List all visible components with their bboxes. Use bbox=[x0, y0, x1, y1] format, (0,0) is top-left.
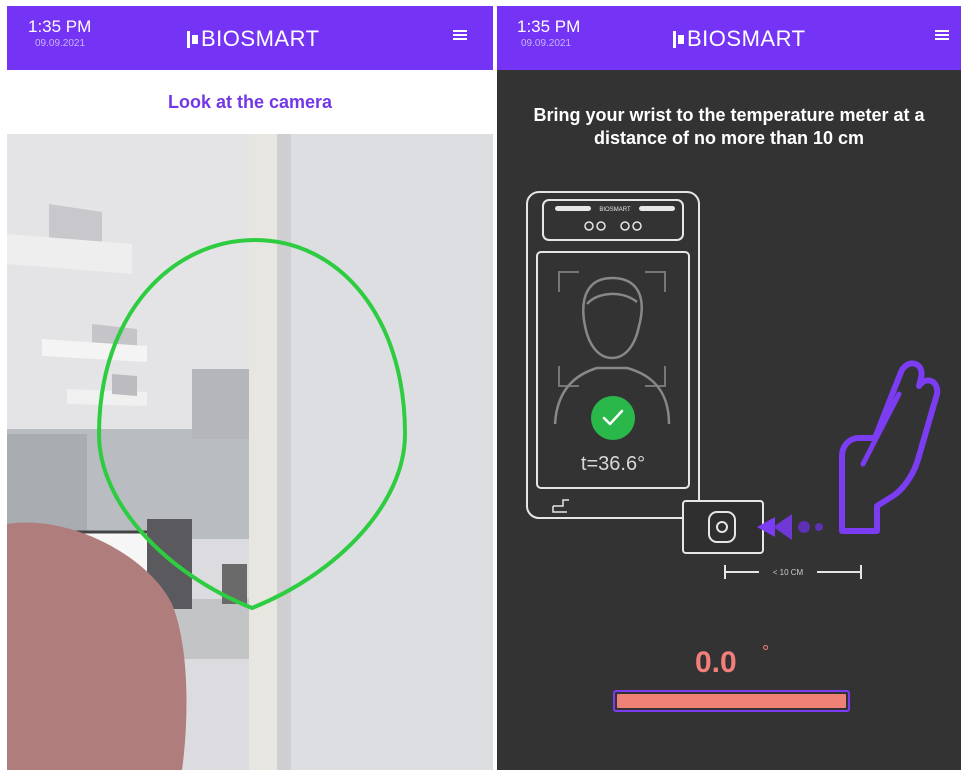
status-time: 1:35 PM bbox=[28, 17, 92, 36]
status-date: 09.09.2021 bbox=[35, 38, 86, 49]
device-temperature: t=36.6° bbox=[581, 453, 645, 475]
status-time: 1:35 PM bbox=[517, 17, 581, 36]
logo-mark-icon bbox=[187, 30, 199, 49]
logo-mark-icon bbox=[673, 30, 685, 49]
app-bar: 1:35 PM 09.09.2021 BIOSMART bbox=[7, 6, 493, 70]
device-logo: BIOSMART bbox=[599, 207, 631, 213]
checkmark-icon bbox=[591, 396, 635, 440]
menu-icon[interactable] bbox=[935, 28, 949, 42]
sensor-icon bbox=[682, 500, 764, 554]
temperature-value: 0.0 bbox=[695, 646, 737, 679]
status-date: 09.09.2021 bbox=[521, 38, 572, 49]
distance-label: < 10 CM bbox=[773, 568, 804, 577]
camera-scene bbox=[7, 134, 493, 770]
hand-icon bbox=[839, 360, 941, 534]
temperature-illustration: BIOSMART t=36.6° < 10 CM bbox=[526, 191, 941, 579]
brand-name: BIOSMART bbox=[201, 26, 320, 51]
menu-icon[interactable] bbox=[453, 28, 467, 42]
brand-logo: BIOSMART bbox=[187, 25, 320, 53]
camera-instruction: Look at the camera bbox=[167, 92, 333, 112]
face-scan-screen: 1:35 PM 09.09.2021 BIOSMART Look at the … bbox=[7, 6, 493, 770]
temperature-progress-bar bbox=[613, 690, 850, 712]
temperature-instruction: Bring your wrist to the temperature mete… bbox=[533, 105, 925, 148]
temperature-unit: ° bbox=[762, 642, 770, 662]
temperature-screen: 1:35 PM 09.09.2021 BIOSMART Bring your w… bbox=[497, 6, 961, 770]
temperature-progress-fill bbox=[617, 694, 846, 708]
brand-logo: BIOSMART bbox=[673, 25, 806, 53]
camera-preview bbox=[7, 134, 493, 770]
app-bar: 1:35 PM 09.09.2021 BIOSMART bbox=[497, 6, 961, 70]
brand-name: BIOSMART bbox=[687, 26, 806, 51]
